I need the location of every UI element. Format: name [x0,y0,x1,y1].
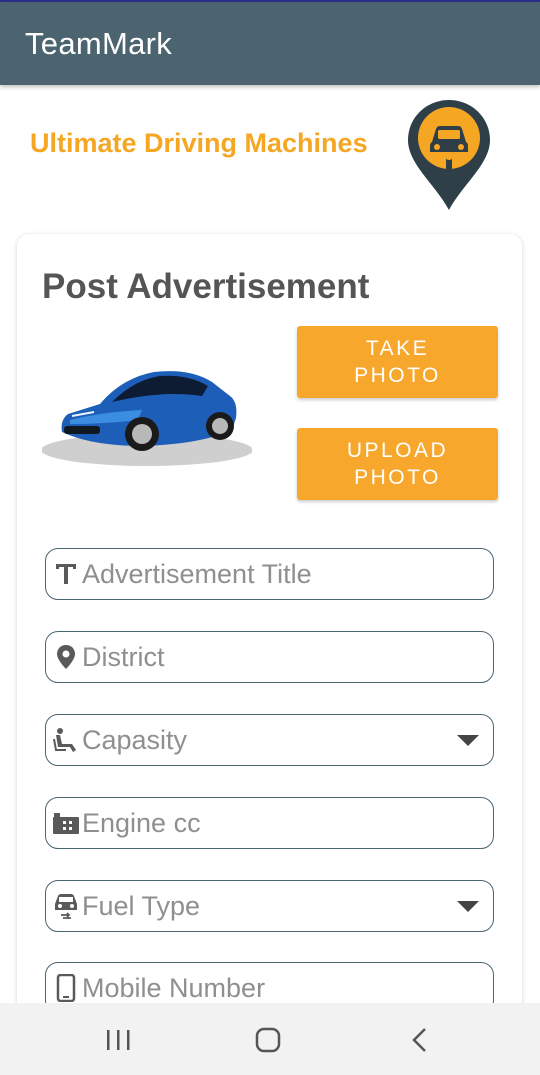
fuel-type-select[interactable]: Fuel Type [45,880,494,932]
car-photo [42,362,252,466]
home-icon[interactable] [248,1023,288,1057]
app-bar: TeamMark [0,2,540,85]
district-field[interactable]: District [45,631,494,683]
engine-cc-placeholder: Engine cc [82,808,201,838]
upload-photo-button[interactable]: UPLOAD PHOTO [297,428,498,500]
form-title: Post Advertisement [42,267,370,306]
capacity-placeholder: Capasity [82,725,188,755]
system-nav-bar [0,1003,540,1075]
capacity-select[interactable]: Capasity [45,714,494,766]
car-key-pin-icon [408,100,490,210]
chevron-down-icon [457,901,479,912]
app-title: TeamMark [25,26,173,61]
car-icon [55,894,77,919]
take-photo-label: TAKE PHOTO [354,337,441,387]
recents-icon[interactable] [98,1023,138,1057]
location-pin-icon [57,645,75,669]
brand-tagline: Ultimate Driving Machines [30,128,368,158]
fuel-type-placeholder: Fuel Type [82,891,201,921]
phone-icon [56,974,76,1002]
post-ad-card: Post Advertisement TAKE PHOTO UPLOAD PHO… [17,234,522,1054]
chevron-down-icon [457,735,479,746]
engine-cc-field[interactable]: Engine cc [45,797,494,849]
mobile-number-placeholder: Mobile Number [82,973,266,1003]
text-icon [56,564,76,584]
upload-photo-label: UPLOAD PHOTO [346,439,449,489]
ad-title-placeholder: Advertisement Title [82,559,312,589]
seat-icon [53,728,76,752]
ad-title-field[interactable]: Advertisement Title [45,548,494,600]
district-placeholder: District [82,642,165,672]
back-icon[interactable] [400,1023,440,1057]
engine-icon [53,813,79,834]
take-photo-button[interactable]: TAKE PHOTO [297,326,498,398]
